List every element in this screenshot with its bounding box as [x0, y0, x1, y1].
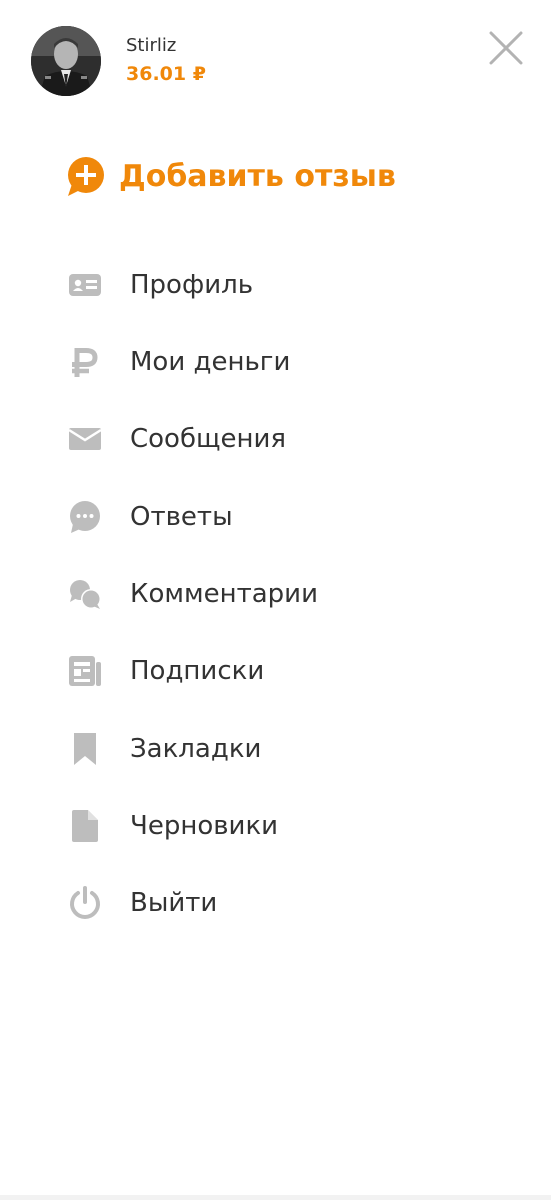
avatar-photo — [31, 26, 101, 96]
draft-document-icon — [66, 807, 104, 845]
menu-item-replies[interactable]: Ответы — [66, 489, 486, 545]
profile-card-icon — [66, 266, 104, 304]
menu-item-label: Подписки — [130, 656, 265, 686]
bookmark-icon — [66, 730, 104, 768]
menu-item-label: Профиль — [130, 270, 254, 300]
menu-item-bookmarks[interactable]: Закладки — [66, 721, 486, 777]
menu-item-label: Ответы — [130, 502, 233, 532]
avatar[interactable] — [31, 26, 101, 96]
bottom-divider — [0, 1195, 551, 1200]
menu-item-drafts[interactable]: Черновики — [66, 798, 486, 854]
envelope-icon — [66, 420, 104, 458]
menu-item-label: Сообщения — [130, 424, 287, 454]
add-comment-icon — [68, 157, 104, 196]
comments-icon — [66, 575, 104, 613]
menu-item-money[interactable]: Мои деньги — [66, 334, 486, 390]
menu-item-label: Выйти — [130, 888, 218, 918]
menu-item-profile[interactable]: Профиль — [66, 257, 486, 313]
add-review-label: Добавить отзыв — [119, 159, 396, 194]
menu-item-logout[interactable]: Выйти — [66, 875, 486, 931]
subscriptions-icon — [66, 652, 104, 690]
username: Stirliz — [126, 35, 177, 56]
side-menu: Stirliz 36.01 ₽ Добавить отзыв Профиль М… — [0, 0, 551, 1200]
power-icon — [66, 884, 104, 922]
menu-item-messages[interactable]: Сообщения — [66, 411, 486, 467]
ruble-icon — [66, 343, 104, 381]
menu-item-subscriptions[interactable]: Подписки — [66, 643, 486, 699]
user-balance[interactable]: 36.01 ₽ — [126, 62, 206, 86]
close-button[interactable] — [486, 28, 526, 68]
menu-item-label: Закладки — [130, 734, 262, 764]
menu-item-label: Мои деньги — [130, 347, 291, 377]
close-icon — [489, 31, 523, 65]
chat-bubble-icon — [66, 498, 104, 536]
menu-item-label: Комментарии — [130, 579, 318, 609]
menu-item-label: Черновики — [130, 811, 279, 841]
add-review-button[interactable]: Добавить отзыв — [66, 155, 396, 199]
menu-item-comments[interactable]: Комментарии — [66, 566, 486, 622]
